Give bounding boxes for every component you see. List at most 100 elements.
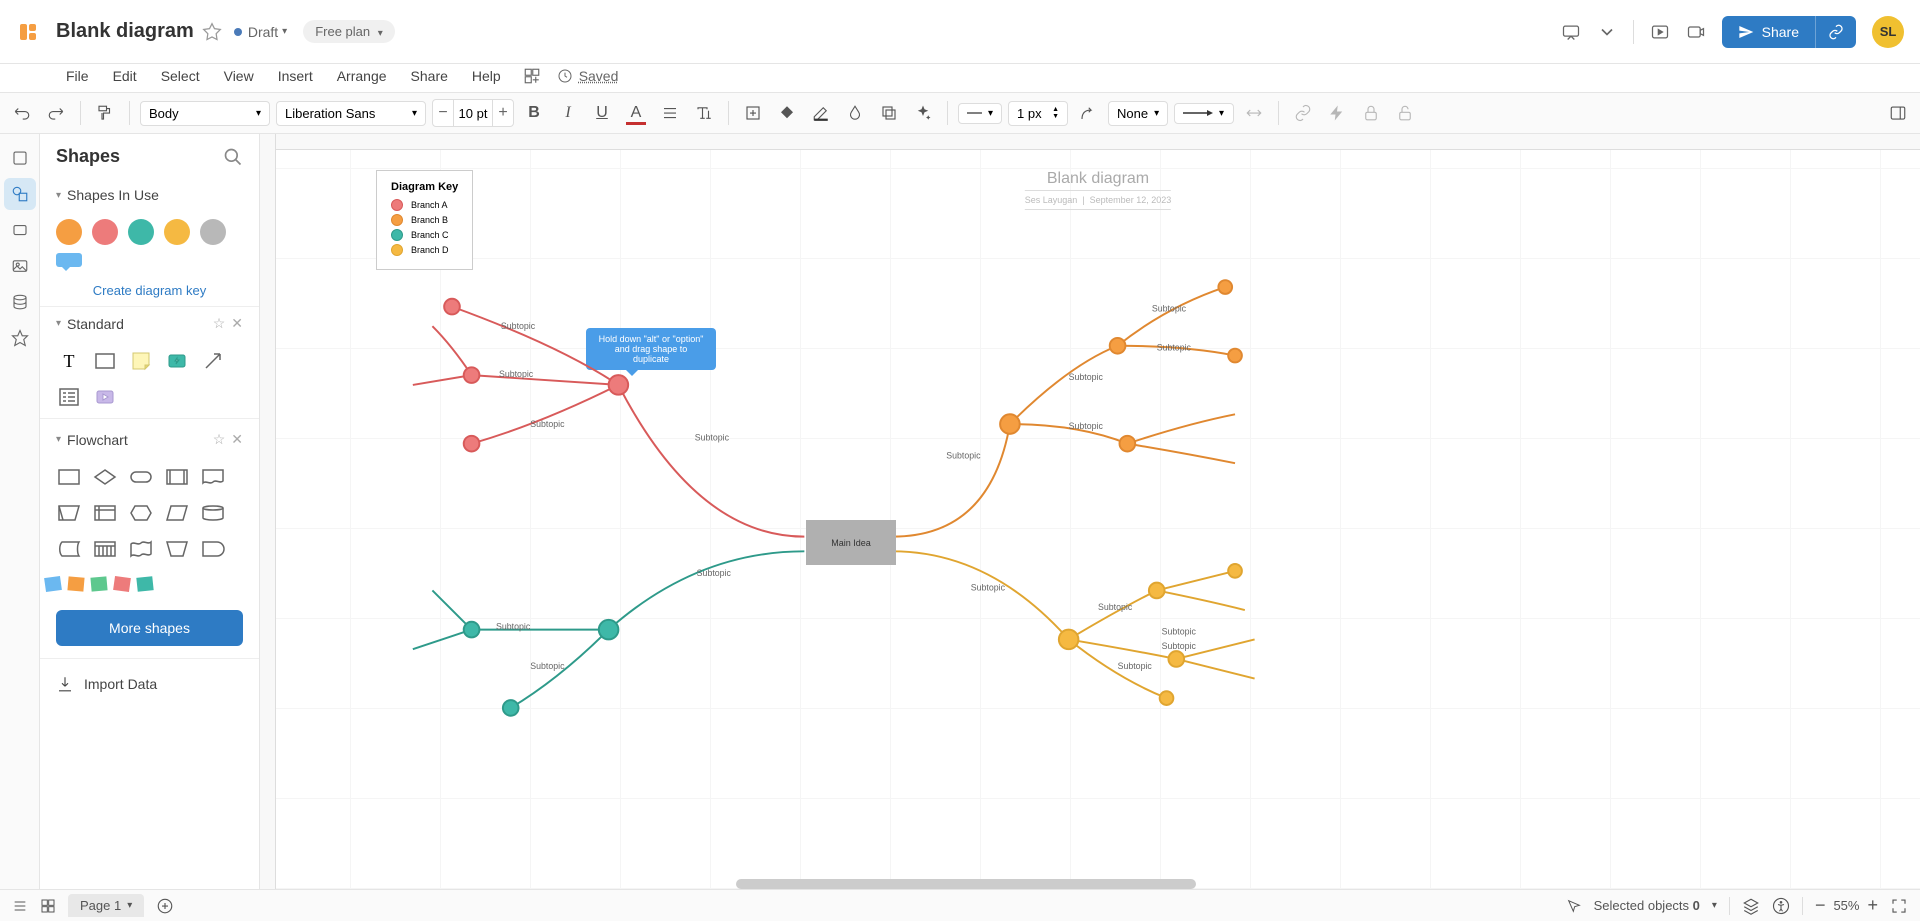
font-size-control[interactable]: − + — [432, 99, 514, 127]
action-shape[interactable] — [164, 348, 190, 374]
canvas-area[interactable]: Blank diagram Ses Layugan | September 12… — [260, 134, 1920, 889]
menu-insert[interactable]: Insert — [268, 66, 323, 86]
add-shape-button[interactable] — [739, 99, 767, 127]
color-swatch[interactable] — [128, 219, 154, 245]
decision-shape[interactable] — [92, 464, 118, 490]
data-shape[interactable] — [56, 500, 82, 526]
format-painter-button[interactable] — [91, 99, 119, 127]
undo-button[interactable] — [8, 99, 36, 127]
action-button[interactable] — [1323, 99, 1351, 127]
internal-storage-shape[interactable] — [92, 500, 118, 526]
list-shape[interactable] — [56, 384, 82, 410]
color-swatch[interactable] — [56, 219, 82, 245]
pin-icon[interactable]: ☆ — [213, 431, 226, 448]
delay-shape[interactable] — [200, 536, 226, 562]
chat-icon[interactable] — [1561, 22, 1581, 42]
unlock-button[interactable] — [1391, 99, 1419, 127]
font-family-select[interactable]: Liberation Sans▾ — [276, 101, 426, 126]
pin-icon[interactable]: ☆ — [213, 315, 226, 332]
card-shape[interactable] — [92, 536, 118, 562]
menu-view[interactable]: View — [214, 66, 264, 86]
border-color-button[interactable] — [807, 99, 835, 127]
magic-button[interactable] — [909, 99, 937, 127]
section-shapes-in-use[interactable]: ▾ Shapes In Use — [40, 179, 259, 211]
stored-data-shape[interactable] — [56, 536, 82, 562]
menu-edit[interactable]: Edit — [103, 66, 147, 86]
main-idea-node[interactable]: Main Idea — [806, 520, 896, 565]
import-data-button[interactable]: Import Data — [40, 658, 259, 709]
extensions-icon[interactable] — [523, 67, 541, 85]
color-swatch[interactable] — [200, 219, 226, 245]
mindmap-diagram[interactable]: Subtopic Subtopic Subtopic Subtopic — [276, 150, 1920, 889]
note-shape[interactable] — [128, 348, 154, 374]
menu-help[interactable]: Help — [462, 66, 511, 86]
zoom-level[interactable]: 55% — [1833, 898, 1859, 913]
manual-input-shape[interactable] — [164, 536, 190, 562]
font-size-decrease[interactable]: − — [433, 100, 453, 126]
present-icon[interactable] — [1650, 22, 1670, 42]
menu-share[interactable]: Share — [401, 66, 458, 86]
share-button[interactable]: Share — [1722, 16, 1815, 48]
line-style-button[interactable] — [1074, 99, 1102, 127]
terminator-shape[interactable] — [128, 464, 154, 490]
accessibility-icon[interactable] — [1772, 897, 1790, 915]
shape-options-button[interactable] — [875, 99, 903, 127]
line-start-select[interactable]: None▾ — [1108, 101, 1168, 126]
italic-button[interactable]: I — [554, 99, 582, 127]
selected-dropdown-icon[interactable]: ▾ — [1712, 900, 1717, 911]
underline-button[interactable]: U — [588, 99, 616, 127]
redo-button[interactable] — [42, 99, 70, 127]
rail-data-tool[interactable] — [4, 286, 36, 318]
color-swatch[interactable] — [92, 219, 118, 245]
chevron-down-icon[interactable] — [1597, 22, 1617, 42]
callout-shape[interactable] — [56, 253, 82, 267]
line-end-select[interactable]: ▾ — [1174, 103, 1234, 124]
document-shape[interactable] — [200, 464, 226, 490]
text-shape[interactable]: T — [56, 348, 82, 374]
star-icon[interactable] — [202, 22, 222, 42]
tape-shape[interactable] — [128, 536, 154, 562]
rail-containers-tool[interactable] — [4, 214, 36, 246]
rect-shape[interactable] — [92, 348, 118, 374]
rail-images-tool[interactable] — [4, 250, 36, 282]
close-section-icon[interactable]: ✕ — [231, 315, 243, 332]
draft-status-dropdown[interactable]: Draft ▾ — [234, 24, 287, 40]
bold-button[interactable]: B — [520, 99, 548, 127]
line-thickness-select[interactable]: ▾ — [958, 103, 1002, 124]
rail-plugins-tool[interactable] — [4, 322, 36, 354]
menu-arrange[interactable]: Arrange — [327, 66, 397, 86]
color-swatch[interactable] — [164, 219, 190, 245]
flip-line-button[interactable] — [1240, 99, 1268, 127]
share-link-button[interactable] — [1815, 16, 1856, 48]
user-avatar[interactable]: SL — [1872, 16, 1904, 48]
process-shape[interactable] — [56, 464, 82, 490]
menu-file[interactable]: File — [56, 66, 99, 86]
close-section-icon[interactable]: ✕ — [231, 431, 243, 448]
drop-color-button[interactable] — [841, 99, 869, 127]
media-shape[interactable] — [92, 384, 118, 410]
search-icon[interactable] — [223, 147, 243, 167]
shape-style-select[interactable]: Body▾ — [140, 101, 270, 126]
text-color-button[interactable]: A — [622, 99, 650, 127]
add-page-icon[interactable] — [156, 897, 174, 915]
parallelogram-shape[interactable] — [164, 500, 190, 526]
lock-button[interactable] — [1357, 99, 1385, 127]
panel-toggle-button[interactable] — [1884, 99, 1912, 127]
rail-select-tool[interactable] — [4, 142, 36, 174]
page-tab[interactable]: Page 1▾ — [68, 894, 144, 917]
rail-shapes-tool[interactable] — [4, 178, 36, 210]
stroke-width-input[interactable]: 1 px▲▼ — [1008, 101, 1068, 126]
grid-view-icon[interactable] — [40, 898, 56, 914]
horizontal-scrollbar[interactable] — [736, 879, 1196, 889]
create-diagram-key-link[interactable]: Create diagram key — [40, 275, 259, 307]
section-standard[interactable]: ▾ Standard ☆✕ — [40, 307, 259, 340]
font-size-input[interactable] — [453, 100, 493, 126]
predefined-shape[interactable] — [164, 464, 190, 490]
preparation-shape[interactable] — [128, 500, 154, 526]
document-title[interactable]: Blank diagram — [56, 20, 194, 43]
link-button[interactable] — [1289, 99, 1317, 127]
layers-icon[interactable] — [1742, 897, 1760, 915]
text-format-button[interactable] — [690, 99, 718, 127]
arrow-shape[interactable] — [200, 348, 226, 374]
section-flowchart[interactable]: ▾ Flowchart ☆✕ — [40, 418, 259, 456]
